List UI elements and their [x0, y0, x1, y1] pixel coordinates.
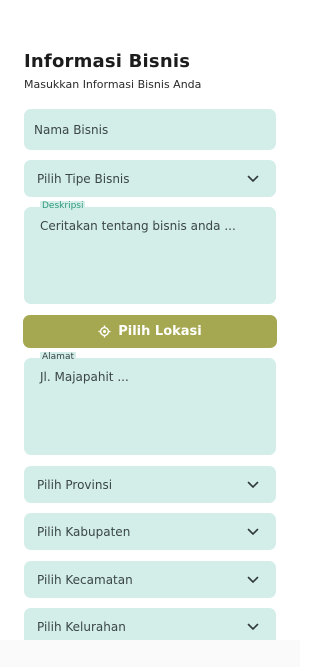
- description-placeholder: Ceritakan tentang bisnis anda ...: [40, 219, 236, 233]
- subdistrict-placeholder: Pilih Kelurahan: [37, 619, 126, 634]
- address-placeholder: Jl. Majapahit ...: [40, 370, 129, 384]
- regency-placeholder: Pilih Kabupaten: [37, 524, 131, 539]
- province-placeholder: Pilih Provinsi: [37, 477, 113, 492]
- chevron-down-icon: [247, 528, 259, 535]
- choose-location-button[interactable]: Pilih Lokasi: [23, 315, 277, 348]
- description-textarea[interactable]: Deskripsi Ceritakan tentang bisnis anda …: [24, 201, 276, 304]
- regency-select[interactable]: Pilih Kabupaten: [24, 513, 276, 550]
- chevron-down-icon: [247, 481, 259, 488]
- description-label: Deskripsi: [40, 201, 86, 212]
- business-type-placeholder: Pilih Tipe Bisnis: [37, 171, 130, 186]
- business-name-field[interactable]: Nama Bisnis: [24, 109, 276, 150]
- choose-location-label: Pilih Lokasi: [118, 324, 202, 339]
- business-name-placeholder: Nama Bisnis: [34, 122, 109, 137]
- district-select[interactable]: Pilih Kecamatan: [24, 561, 276, 598]
- chevron-down-icon: [247, 623, 259, 630]
- page-title: Informasi Bisnis: [24, 51, 191, 72]
- bottom-overlay: [0, 640, 300, 667]
- address-label: Alamat: [40, 352, 76, 363]
- address-textarea[interactable]: Alamat Jl. Majapahit ...: [24, 352, 276, 455]
- chevron-down-icon: [247, 576, 259, 583]
- province-select[interactable]: Pilih Provinsi: [24, 466, 276, 503]
- chevron-down-icon: [247, 175, 259, 182]
- page-subtitle: Masukkan Informasi Bisnis Anda: [24, 78, 202, 91]
- location-target-icon: [98, 325, 111, 338]
- business-type-select[interactable]: Pilih Tipe Bisnis: [24, 160, 276, 197]
- district-placeholder: Pilih Kecamatan: [37, 572, 133, 587]
